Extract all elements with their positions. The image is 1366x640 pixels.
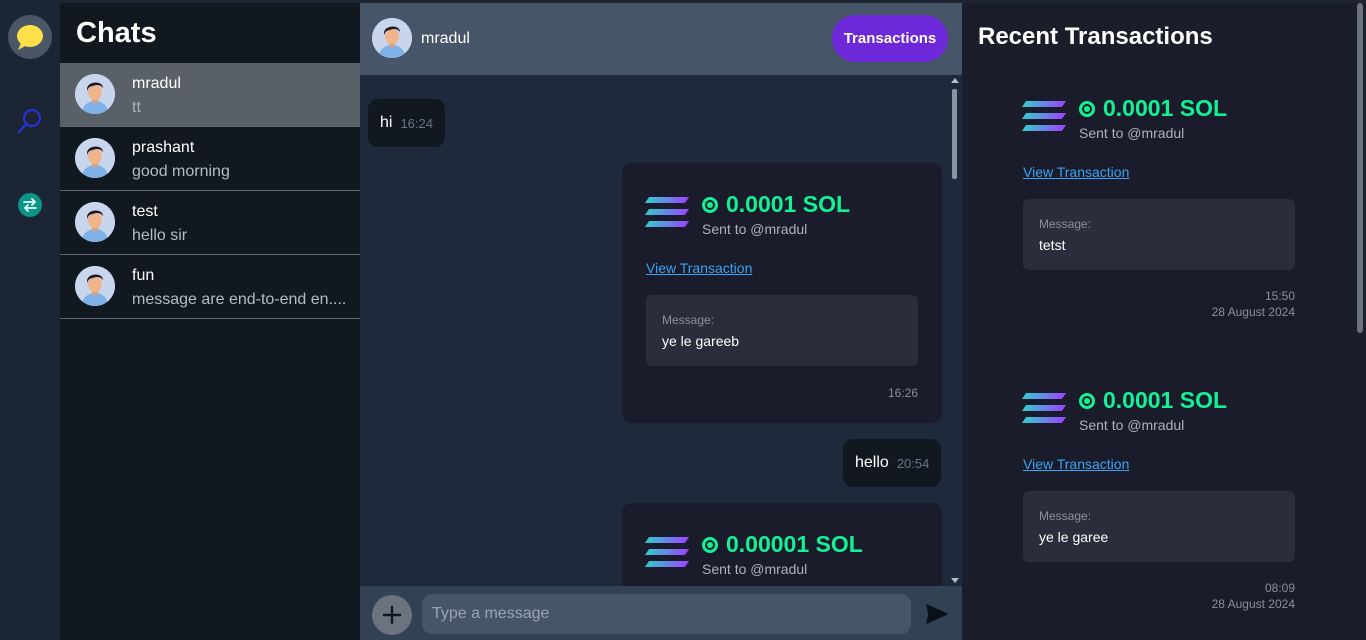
view-transaction-link[interactable]: View Transaction [1023, 456, 1129, 472]
chat-list-panel: Chats mradul tt prashant good morning te… [60, 3, 360, 640]
chat-item-fun[interactable]: fun message are end-to-end en.... [60, 255, 360, 319]
message-label: Message: [1039, 217, 1092, 231]
contact-name[interactable]: mradul [421, 30, 470, 48]
avatar [75, 138, 115, 178]
scroll-thumb[interactable] [1357, 3, 1363, 333]
transaction-message-box: Message: ye le gareeb [646, 295, 918, 366]
chat-item-test[interactable]: test hello sir [60, 191, 360, 255]
recent-transaction-card: 0.0001 SOL Sent to @mradul View Transact… [999, 67, 1319, 343]
message-bubble: hello 20:54 [843, 439, 942, 487]
view-transaction-link[interactable]: View Transaction [1023, 164, 1129, 180]
message-bubble: hi 16:24 [368, 99, 445, 147]
message-text: hello [855, 454, 889, 471]
scroll-thumb[interactable] [952, 89, 957, 179]
conversation-header: mradul Transactions [360, 3, 962, 75]
chat-name: mradul [132, 75, 181, 92]
send-button[interactable] [925, 602, 949, 626]
transaction-amount: 0.0001 SOL [1079, 95, 1227, 122]
nav-rail [0, 3, 60, 640]
transaction-message-box: Message: ye le garee [1023, 491, 1295, 562]
message-time: 20:54 [896, 455, 930, 471]
chats-nav-button[interactable] [8, 15, 52, 59]
transaction-time: 16:26 [887, 386, 918, 400]
conversation-panel: mradul Transactions hi 16:24 0.0001 SOL … [360, 3, 962, 640]
transaction-time: 15:50 [1264, 289, 1295, 303]
solana-logo-icon [1021, 101, 1067, 133]
transaction-timestamp: 15:50 28 August 2024 [1212, 288, 1295, 320]
scroll-up-icon[interactable] [951, 78, 959, 83]
message-composer [360, 586, 962, 640]
message-label: Message: [1039, 509, 1092, 523]
transaction-recipient: Sent to @mradul [702, 561, 808, 577]
attach-button[interactable] [372, 595, 412, 635]
transaction-date: 28 August 2024 [1211, 597, 1295, 611]
transaction-recipient: Sent to @mradul [702, 221, 808, 237]
message-time: 16:24 [400, 115, 433, 131]
chat-last-message: hello sir [132, 227, 188, 244]
search-icon [17, 108, 42, 134]
transaction-amount: 0.0001 SOL [1079, 387, 1227, 414]
transaction-amount: 0.00001 SOL [702, 531, 863, 558]
avatar [75, 74, 115, 114]
chat-name: prashant [132, 139, 195, 156]
sol-coin-icon [702, 197, 718, 213]
solana-logo-icon [644, 197, 690, 229]
transaction-recipient: Sent to @mradul [1079, 125, 1185, 141]
recent-transactions-title: Recent Transactions [978, 23, 1213, 50]
transaction-message: tetst [1039, 237, 1066, 253]
solana-logo-icon [644, 537, 690, 569]
message-input[interactable] [422, 594, 911, 634]
chat-last-message: tt [132, 99, 141, 116]
recent-transactions-panel: Recent Transactions 0.0001 SOL Sent to @… [962, 3, 1366, 640]
message-label: Message: [662, 313, 715, 327]
transaction-card: 0.00001 SOL Sent to @mradul [622, 503, 942, 586]
transaction-time: 08:09 [1264, 581, 1295, 595]
sol-coin-icon [702, 537, 718, 553]
avatar [75, 202, 115, 242]
chat-last-message: good morning [132, 163, 230, 180]
chat-name: test [132, 203, 158, 220]
chats-title: Chats [76, 17, 157, 49]
transaction-recipient: Sent to @mradul [1079, 417, 1185, 433]
transaction-message: ye le gareeb [662, 333, 740, 349]
transaction-message: ye le garee [1039, 529, 1109, 545]
transaction-timestamp: 08:09 28 August 2024 [1212, 580, 1295, 612]
solana-logo-icon [1021, 393, 1067, 425]
message-scrollbar[interactable] [950, 75, 960, 586]
swap-arrows-icon [18, 193, 42, 217]
sol-coin-icon [1079, 101, 1095, 117]
view-transaction-link[interactable]: View Transaction [646, 260, 752, 276]
avatar [75, 266, 115, 306]
app-window: Chats mradul tt prashant good morning te… [0, 0, 1366, 640]
search-nav-button[interactable] [8, 99, 52, 143]
transaction-message-box: Message: tetst [1023, 199, 1295, 270]
chat-bubble-icon [17, 25, 43, 50]
scroll-down-icon[interactable] [951, 578, 959, 583]
transfers-nav-button[interactable] [8, 183, 52, 227]
transaction-card: 0.0001 SOL Sent to @mradul View Transact… [622, 163, 942, 423]
transaction-date: 28 August 2024 [1211, 305, 1295, 319]
sol-coin-icon [1079, 393, 1095, 409]
send-icon [926, 604, 948, 624]
transaction-amount: 0.0001 SOL [702, 191, 850, 218]
message-list: hi 16:24 0.0001 SOL Sent to @mradul View… [360, 75, 962, 586]
chat-item-prashant[interactable]: prashant good morning [60, 127, 360, 191]
recent-transaction-card: 0.0001 SOL Sent to @mradul View Transact… [999, 359, 1319, 635]
transactions-button[interactable]: Transactions [832, 15, 948, 62]
chat-last-message: message are end-to-end en.... [132, 291, 347, 308]
transactions-scrollbar[interactable] [1356, 3, 1364, 640]
plus-icon [382, 605, 402, 625]
contact-avatar[interactable] [372, 18, 412, 58]
chat-item-mradul[interactable]: mradul tt [60, 63, 360, 127]
chat-name: fun [132, 267, 155, 284]
message-text: hi [380, 114, 393, 131]
